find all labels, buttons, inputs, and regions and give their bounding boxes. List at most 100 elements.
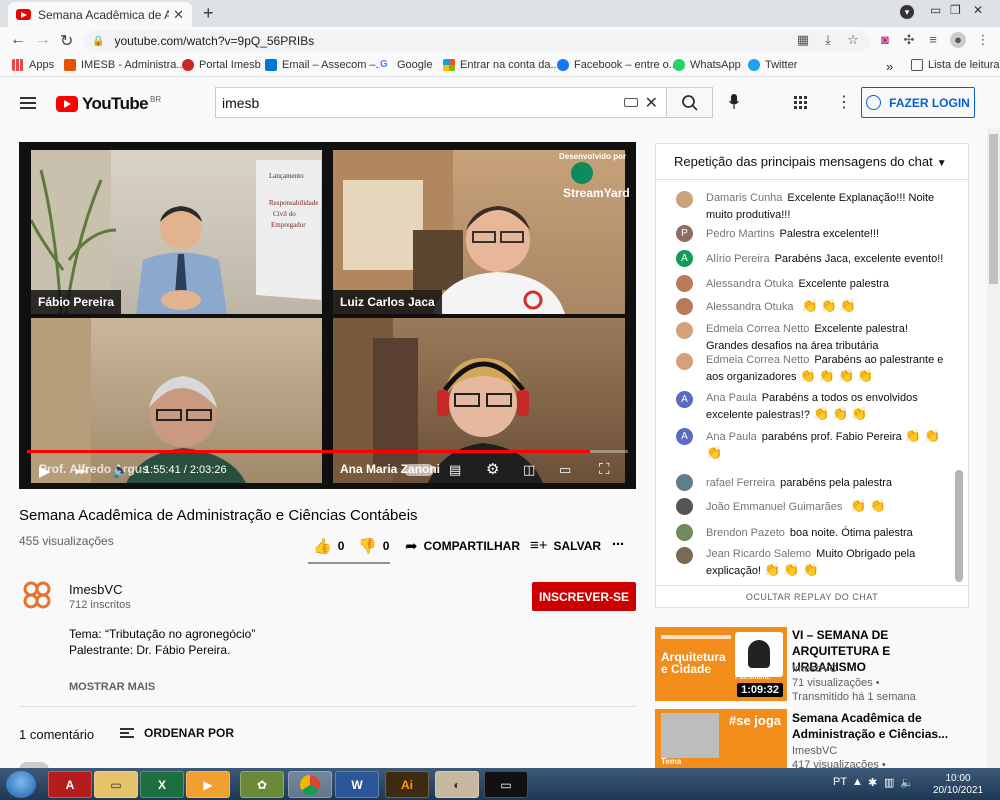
instagram-ext-icon[interactable]: ◙ xyxy=(877,32,893,48)
forward-icon[interactable]: → xyxy=(35,31,51,49)
chat-author-avatar[interactable] xyxy=(676,191,693,208)
bookmark-portal-imesb[interactable]: Portal Imesb xyxy=(182,59,261,71)
miniplayer-icon[interactable]: ◫ xyxy=(523,462,535,478)
related-thumbnail[interactable]: #se joga Tema xyxy=(655,709,787,769)
chat-author-avatar[interactable] xyxy=(676,474,693,491)
chat-author-name[interactable]: Alírio Pereira xyxy=(706,253,770,265)
more-actions-icon[interactable]: ⋯ xyxy=(612,537,624,551)
next-icon[interactable]: ⏭ xyxy=(75,462,88,479)
reload-icon[interactable]: ↻ xyxy=(60,31,73,51)
language-indicator[interactable]: PT xyxy=(833,776,847,788)
chat-author-avatar[interactable]: P xyxy=(676,225,693,242)
chat-author-name[interactable]: João Emmanuel Guimarães xyxy=(706,501,842,513)
video-player[interactable]: Lançamento Responsabilidade Civil do Emp… xyxy=(19,142,636,489)
tray-app-icon[interactable]: ✱ xyxy=(868,776,877,789)
qr-icon[interactable]: ▦ xyxy=(795,32,811,48)
login-button[interactable]: FAZER LOGIN xyxy=(861,87,975,118)
save-button[interactable]: ≡+ SALVAR xyxy=(530,537,601,554)
chat-author-avatar[interactable] xyxy=(676,275,693,292)
chat-author-name[interactable]: Ana Paula xyxy=(706,392,757,404)
bookmark-twitter[interactable]: Twitter xyxy=(748,59,797,71)
bookmark-apps[interactable]: Apps xyxy=(12,59,54,71)
chat-author-avatar[interactable] xyxy=(676,524,693,541)
minimize-icon[interactable]: ▭ xyxy=(930,3,941,17)
play-icon[interactable]: ▶ xyxy=(39,462,51,480)
bookmark-star-icon[interactable]: ☆ xyxy=(845,32,861,48)
chat-author-name[interactable]: Alessandra Otuka xyxy=(706,278,793,290)
chrome-icon[interactable] xyxy=(288,771,332,798)
chat-author-name[interactable]: rafael Ferreira xyxy=(706,477,775,489)
clock[interactable]: 10:00 20/10/2021 xyxy=(928,773,988,797)
chat-author-avatar[interactable]: A xyxy=(676,428,693,445)
excel-icon[interactable]: X xyxy=(140,771,184,798)
bookmarks-overflow[interactable]: » xyxy=(886,59,893,74)
bookmark-email[interactable]: Email – Assecom –... xyxy=(265,59,385,71)
chat-author-name[interactable]: Pedro Martins xyxy=(706,228,774,240)
chat-author-avatar[interactable] xyxy=(676,353,693,370)
bookmark-facebook[interactable]: Facebook – entre o... xyxy=(557,59,678,71)
media-queue-icon[interactable]: ≡ xyxy=(925,32,941,48)
bookmark-entrar[interactable]: Entrar na conta da... xyxy=(443,59,560,71)
paint-icon[interactable]: ✿ xyxy=(240,771,284,798)
illustrator-icon[interactable]: Ai xyxy=(385,771,429,798)
chat-author-name[interactable]: Edmeia Correa Netto xyxy=(706,323,809,335)
chat-author-name[interactable]: Brendon Pazeto xyxy=(706,527,785,539)
related-title[interactable]: Semana Acadêmica de Administração e Ciên… xyxy=(792,710,967,742)
page-scrollbar-thumb[interactable] xyxy=(989,134,998,284)
gear-icon[interactable]: ⚙ xyxy=(486,460,499,478)
chat-author-name[interactable]: Edmeia Correa Netto xyxy=(706,354,809,366)
tab-search-icon[interactable]: ▾ xyxy=(900,5,914,19)
chat-author-avatar[interactable] xyxy=(676,547,693,564)
settings-dots-icon[interactable]: ⋮ xyxy=(836,92,852,112)
word-icon[interactable]: W xyxy=(335,771,379,798)
bookmark-imesb[interactable]: IMESB - Administra... xyxy=(64,59,186,71)
chat-author-avatar[interactable] xyxy=(676,322,693,339)
bookmark-whatsapp[interactable]: WhatsApp xyxy=(673,59,741,71)
network-icon[interactable]: ▥ xyxy=(884,776,894,789)
subtitles-icon[interactable]: ▤ xyxy=(449,462,461,478)
apps-icon[interactable] xyxy=(794,96,808,110)
show-more-button[interactable]: MOSTRAR MAIS xyxy=(69,681,155,693)
profile-icon[interactable]: ● xyxy=(950,32,966,48)
chat-author-name[interactable]: Ana Paula xyxy=(706,431,757,443)
start-button[interactable] xyxy=(6,771,36,798)
related-channel[interactable]: ImesbVC xyxy=(792,663,837,675)
install-icon[interactable]: ⤓ xyxy=(820,32,836,48)
reading-list[interactable]: Lista de leitura xyxy=(911,59,1000,71)
volume-icon[interactable]: 🔈 xyxy=(112,462,129,479)
hide-chat-replay-button[interactable]: OCULTAR REPLAY DO CHAT xyxy=(656,585,968,607)
page-scrollbar[interactable] xyxy=(987,128,1000,768)
restore-icon[interactable]: ❐ xyxy=(950,3,961,17)
channel-name[interactable]: ImesbVC xyxy=(69,582,122,597)
tab-close-icon[interactable]: ✕ xyxy=(173,7,184,23)
fullscreen-icon[interactable]: ⛶ xyxy=(599,461,610,478)
chat-author-avatar[interactable]: A xyxy=(676,250,693,267)
related-thumbnail[interactable]: Arquitetura e Cidade Palestrante 1:09:32 xyxy=(655,627,787,701)
extensions-icon[interactable]: ✣ xyxy=(901,32,917,48)
paint-palette-icon[interactable]: ◐ xyxy=(435,771,479,798)
bookmark-google[interactable]: G Google xyxy=(380,59,432,71)
youtube-logo[interactable]: YouTube BR xyxy=(56,94,161,114)
back-icon[interactable]: ← xyxy=(10,31,26,49)
chat-scrollbar[interactable] xyxy=(955,470,963,582)
search-button[interactable] xyxy=(666,87,713,118)
chat-mode-selector[interactable]: Repetição das principais mensagens do ch… xyxy=(656,144,968,180)
window-close-icon[interactable]: ✕ xyxy=(973,3,983,17)
new-tab-icon[interactable]: + xyxy=(203,3,214,24)
autoplay-toggle[interactable] xyxy=(404,464,434,476)
mic-icon[interactable] xyxy=(729,94,739,109)
dislike-button[interactable]: 👎 0 xyxy=(358,537,389,555)
address-bar[interactable]: 🔒 youtube.com/watch?v=9pQ_56PRIBs xyxy=(84,30,870,52)
progress-bar[interactable] xyxy=(27,450,628,453)
like-button[interactable]: 👍 0 xyxy=(313,537,344,555)
tray-arrow-icon[interactable]: ▲ xyxy=(852,776,863,788)
related-channel[interactable]: ImesbVC xyxy=(792,745,837,757)
volume-tray-icon[interactable]: 🔈 xyxy=(900,776,914,789)
acrobat-icon[interactable]: A xyxy=(48,771,92,798)
search-input[interactable]: imesb ✕ xyxy=(215,87,667,118)
tab-active[interactable]: Semana Acadêmica de Administ ✕ xyxy=(8,2,192,27)
terminal-icon[interactable]: ▭ xyxy=(484,771,528,798)
chat-author-name[interactable]: Jean Ricardo Salemo xyxy=(706,548,811,560)
theater-mode-icon[interactable]: ▭ xyxy=(559,462,571,478)
menu-icon[interactable] xyxy=(20,97,36,109)
